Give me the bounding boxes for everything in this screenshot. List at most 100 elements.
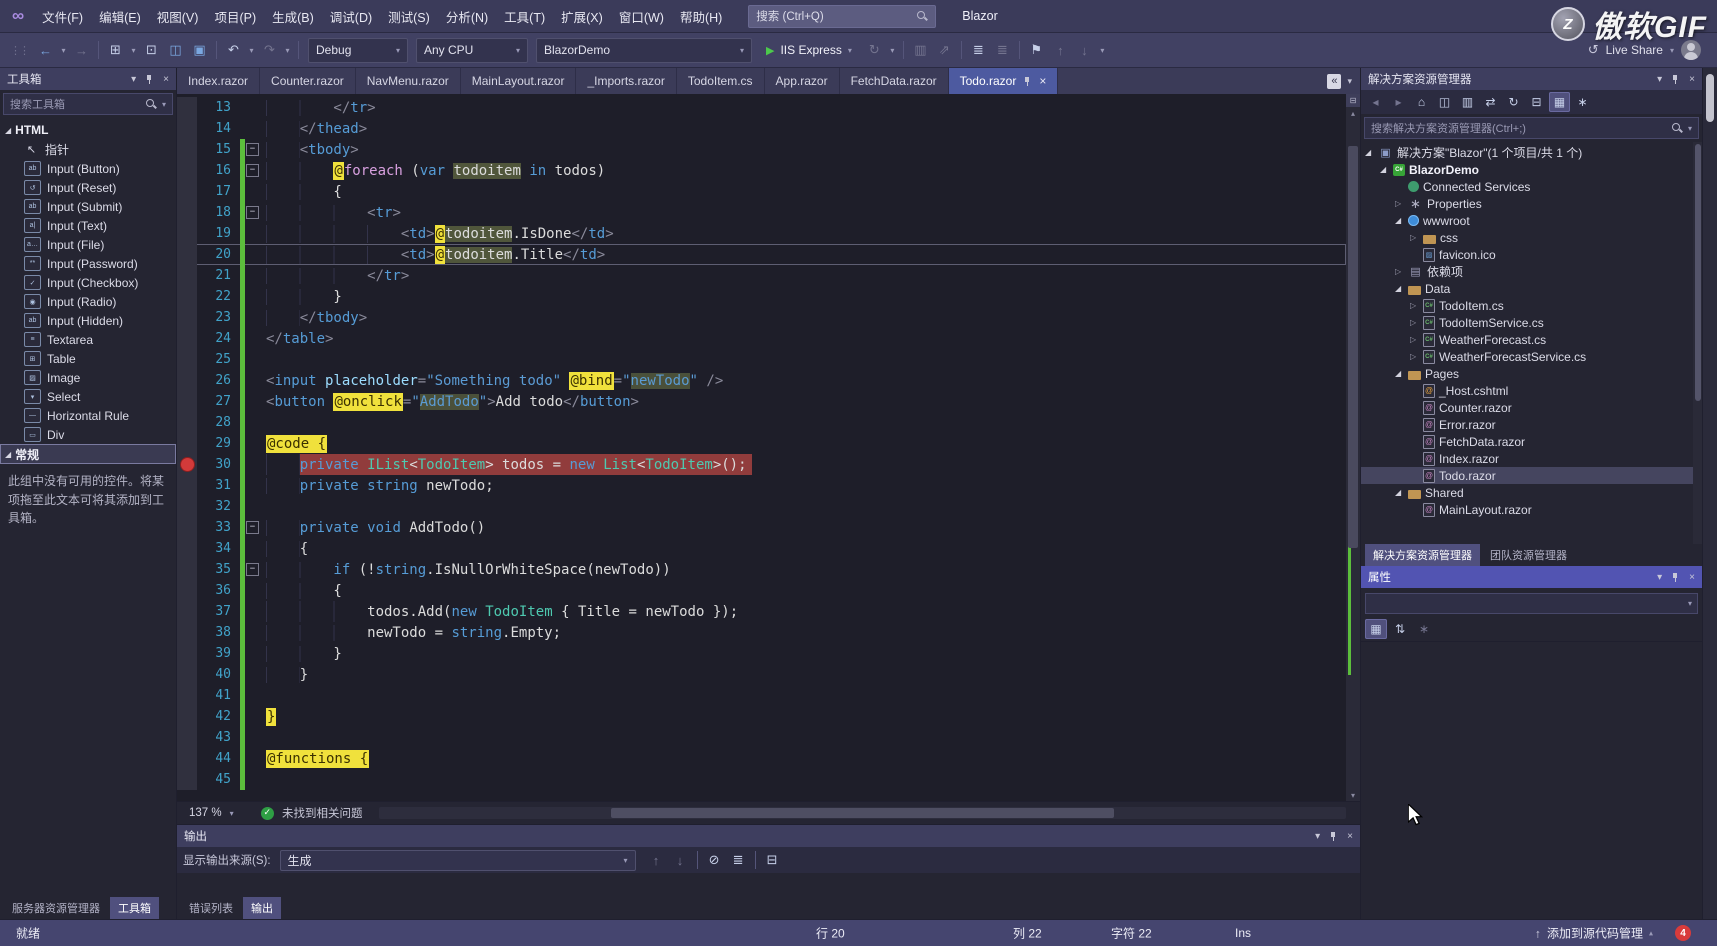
code-text[interactable]: todos. Add(new TodoItem { Title = newTodo…: [260, 601, 738, 622]
close-icon[interactable]: ×: [1347, 831, 1353, 842]
tree-item-mainlayout-razor[interactable]: MainLayout.razor: [1361, 501, 1702, 518]
pin-icon[interactable]: [1023, 76, 1032, 87]
close-icon[interactable]: ×: [1039, 74, 1046, 88]
status-column[interactable]: 列 22: [1013, 925, 1042, 942]
menu-item-test[interactable]: 测试(S): [380, 0, 438, 32]
expanded-icon[interactable]: ◢: [1395, 488, 1408, 497]
breakpoint-margin[interactable]: [177, 454, 197, 475]
toolbox-item-input-text[interactable]: a| Input (Text): [0, 216, 176, 235]
code-line-14[interactable]: 14 </thead >: [177, 118, 1346, 139]
pending-changes-filter-icon[interactable]: ▥: [1457, 92, 1478, 112]
code-text[interactable]: if (! string. IsNullOrWhiteSpace(newTodo)): [260, 561, 671, 578]
solution-platforms-dropdown[interactable]: Any CPU ▾: [416, 37, 528, 63]
breakpoint-margin[interactable]: [177, 769, 197, 790]
code-line-17[interactable]: 17 {: [177, 181, 1346, 202]
collapsed-icon[interactable]: ▷: [1410, 318, 1423, 327]
code-text[interactable]: < td > @ todoitem .IsDone </td >: [260, 224, 614, 243]
code-text[interactable]: private string newTodo;: [260, 477, 494, 494]
close-icon[interactable]: ×: [1689, 572, 1695, 583]
scroll-documents-icon[interactable]: «: [1327, 73, 1342, 89]
open-file-icon[interactable]: ⊡: [140, 38, 163, 62]
categorized-icon[interactable]: ▦: [1365, 619, 1387, 639]
menu-item-analyze[interactable]: 分析(N): [438, 0, 496, 32]
toolbar-overflow-icon[interactable]: ▾: [1097, 38, 1108, 62]
dock-tab-toolbox[interactable]: 工具箱: [110, 897, 159, 919]
code-line-32[interactable]: 32: [177, 496, 1346, 517]
next-bookmark-icon[interactable]: ↓: [1073, 38, 1096, 62]
property-pages-icon[interactable]: ∗: [1413, 619, 1435, 639]
code-text[interactable]: </tr >: [260, 267, 409, 284]
save-all-icon[interactable]: ▣: [188, 38, 211, 62]
toolbox-item-input-button[interactable]: ab Input (Button): [0, 159, 176, 178]
code-text[interactable]: @functions {: [260, 749, 370, 768]
breakpoint-margin[interactable]: [177, 328, 197, 349]
scroll-up-icon[interactable]: ▴: [1346, 107, 1360, 119]
expanded-icon[interactable]: ◢: [1395, 216, 1408, 225]
menu-item-tools[interactable]: 工具(T): [496, 0, 553, 32]
tab-todoitem-cs[interactable]: TodoItem.cs: [677, 68, 765, 94]
live-share-button[interactable]: Live Share: [1606, 43, 1663, 57]
nav-back-dropdown-icon[interactable]: ▾: [58, 38, 69, 62]
indent-guides-icon[interactable]: ≣: [967, 38, 990, 62]
dock-tab-team-explorer[interactable]: 团队资源管理器: [1482, 544, 1575, 566]
code-line-15[interactable]: 15− < tbody >: [177, 139, 1346, 160]
code-line-28[interactable]: 28: [177, 412, 1346, 433]
collapsed-icon[interactable]: ▷: [1395, 267, 1408, 276]
breakpoint-margin[interactable]: [177, 685, 197, 706]
undo-dropdown-icon[interactable]: ▾: [246, 38, 257, 62]
code-text[interactable]: < tr >: [260, 204, 401, 221]
tree-item-index-razor[interactable]: Index.razor: [1361, 450, 1702, 467]
code-text[interactable]: {: [260, 582, 342, 599]
code-line-27[interactable]: 27 < button @onclick = " AddTodo " > Add todo </b…: [177, 391, 1346, 412]
window-position-icon[interactable]: ▾: [1315, 831, 1320, 842]
dock-tab-error-list[interactable]: 错误列表: [181, 897, 241, 919]
tree-item-properties[interactable]: ▷ Properties: [1361, 195, 1702, 212]
scrollbar-thumb[interactable]: [1348, 145, 1358, 548]
forward-icon[interactable]: ▸: [1388, 92, 1409, 112]
alphabetical-icon[interactable]: ⇅: [1389, 619, 1411, 639]
pin-icon[interactable]: [1671, 572, 1680, 583]
close-icon[interactable]: ×: [163, 74, 169, 85]
document-list-dropdown-icon[interactable]: ▾: [1347, 76, 1352, 87]
menu-item-build[interactable]: 生成(B): [264, 0, 322, 32]
startup-project-dropdown[interactable]: BlazorDemo ▾: [536, 37, 752, 63]
user-avatar[interactable]: [1681, 40, 1701, 60]
solution-configurations-dropdown[interactable]: Debug ▾: [308, 37, 408, 63]
toolbox-section-html[interactable]: ◢ HTML: [0, 120, 176, 140]
code-line-31[interactable]: 31 private string newTodo;: [177, 475, 1346, 496]
toolbox-section-item[interactable]: ◢ 常规: [0, 444, 176, 464]
breakpoint-margin[interactable]: [177, 643, 197, 664]
toolbox-item-input-password[interactable]: ** Input (Password): [0, 254, 176, 273]
window-position-icon[interactable]: ▾: [1657, 74, 1662, 85]
breakpoint-margin[interactable]: [177, 349, 197, 370]
close-icon[interactable]: ×: [1689, 74, 1695, 85]
toolbox-item-pointer[interactable]: ↖ 指针: [0, 140, 176, 159]
breakpoint-margin[interactable]: [177, 538, 197, 559]
new-file-dropdown-icon[interactable]: ▾: [128, 38, 139, 62]
new-project-icon[interactable]: ⊞: [104, 38, 127, 62]
bookmark-icon[interactable]: ⚑: [1025, 38, 1048, 62]
tree-item-todoitemservice-cs[interactable]: ▷ TodoItemService.cs: [1361, 314, 1702, 331]
word-wrap-icon[interactable]: ≣: [727, 848, 750, 872]
code-lines[interactable]: 13 </tr >14 </thead >15− < tbody >16− @ foreach (…: [177, 94, 1346, 801]
breakpoint-margin[interactable]: [177, 580, 197, 601]
breakpoint-dot[interactable]: [179, 457, 195, 472]
collapsed-icon[interactable]: ▷: [1395, 199, 1408, 208]
solution-explorer-search-input[interactable]: 搜索解决方案资源管理器(Ctrl+;) ▾: [1364, 117, 1699, 139]
code-health-check-icon[interactable]: [261, 806, 274, 820]
code-line-26[interactable]: 26 < input placeholder = "Something todo" @b…: [177, 370, 1346, 391]
pin-icon[interactable]: [145, 74, 154, 85]
code-text[interactable]: < tbody >: [260, 141, 359, 158]
code-line-19[interactable]: 19 < td > @ todoitem .IsDone </td >: [177, 223, 1346, 244]
show-all-files-icon[interactable]: ▦: [1549, 92, 1570, 112]
dock-tab-solution-explorer[interactable]: 解决方案资源管理器: [1365, 544, 1480, 566]
code-line-39[interactable]: 39}: [177, 643, 1346, 664]
code-text[interactable]: private void AddTodo(): [260, 519, 485, 536]
menu-item-project[interactable]: 项目(P): [206, 0, 264, 32]
breakpoint-margin[interactable]: [177, 622, 197, 643]
code-line-40[interactable]: 40}: [177, 664, 1346, 685]
collapsed-icon[interactable]: ▷: [1410, 352, 1423, 361]
nav-forward-icon[interactable]: →: [70, 38, 93, 62]
code-line-33[interactable]: 33− private void AddTodo(): [177, 517, 1346, 538]
menu-item-file[interactable]: 文件(F): [34, 0, 91, 32]
